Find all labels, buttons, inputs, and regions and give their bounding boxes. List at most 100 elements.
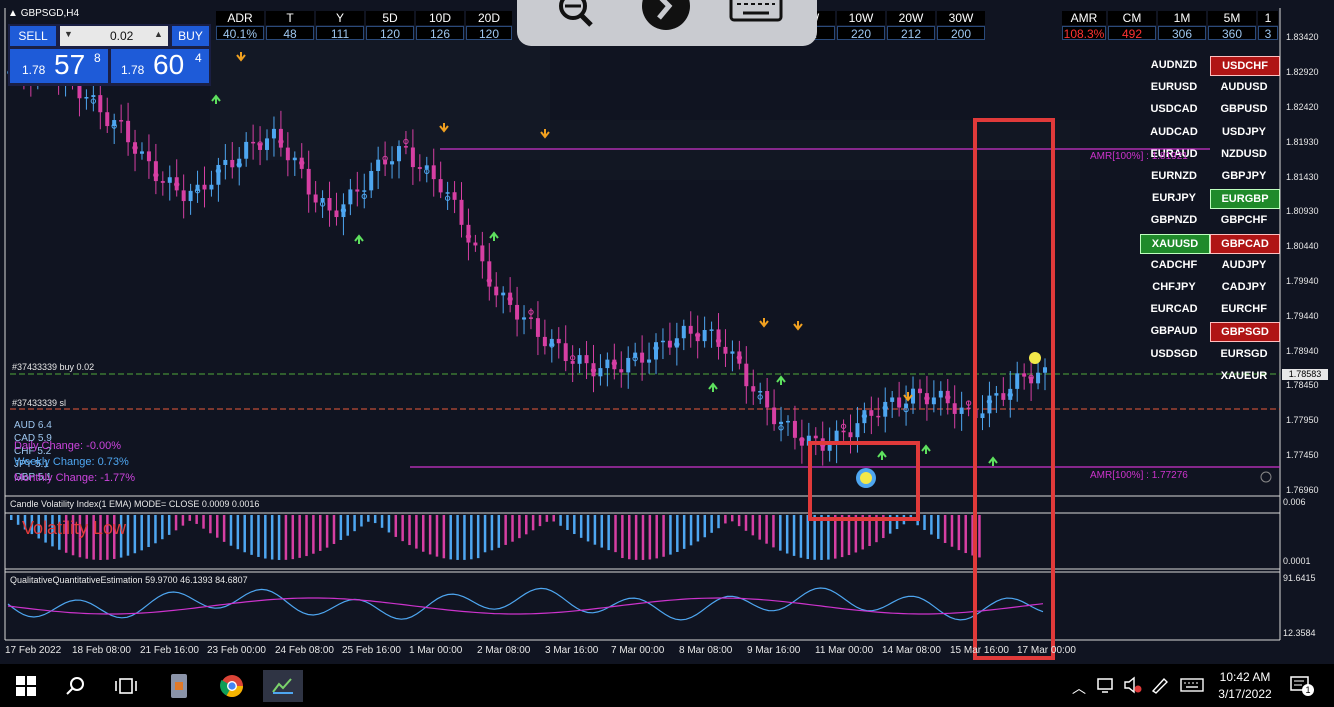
- pen-icon[interactable]: [1150, 676, 1170, 699]
- volatility-bar: [573, 515, 576, 535]
- sell-price-main: 57: [54, 49, 86, 80]
- sell-price-box[interactable]: 1.78 57 8: [10, 49, 108, 83]
- price-tick: 1.77950: [1286, 415, 1319, 425]
- metatrader-icon[interactable]: [263, 670, 303, 702]
- stats-value: 360: [1208, 26, 1256, 41]
- pair-button[interactable]: CHFJPY: [1140, 278, 1208, 296]
- pair-button[interactable]: XAUUSD: [1140, 233, 1210, 254]
- pair-button[interactable]: GBPCHF: [1210, 211, 1278, 229]
- pair-button[interactable]: USDJPY: [1210, 123, 1278, 141]
- pair-button[interactable]: USDCHF: [1210, 56, 1280, 76]
- stats-header: 1: [1258, 11, 1278, 25]
- volatility-bar: [648, 515, 652, 560]
- pair-button[interactable]: AUDCAD: [1140, 123, 1208, 141]
- volatility-bar: [552, 515, 555, 522]
- volatility-bar: [847, 515, 851, 556]
- volatility-bar: [978, 515, 981, 558]
- price-chart[interactable]: [0, 0, 1334, 664]
- sl-label: #37433339 sl: [12, 398, 67, 408]
- pair-button[interactable]: AUDNZD: [1140, 56, 1208, 74]
- sell-price-pip: 8: [94, 51, 101, 65]
- chrome-icon[interactable]: [216, 670, 248, 702]
- app-icon[interactable]: [163, 670, 195, 702]
- pair-button[interactable]: GBPAUD: [1140, 322, 1208, 340]
- windows-start-icon[interactable]: [10, 670, 42, 702]
- price-tick: 1.78940: [1286, 346, 1319, 356]
- volatility-bar: [593, 515, 597, 545]
- date-tick: 8 Mar 08:00: [679, 645, 733, 656]
- search-icon[interactable]: [60, 670, 92, 702]
- pair-button[interactable]: CADJPY: [1210, 278, 1278, 296]
- pair-button[interactable]: EURCHF: [1210, 300, 1278, 318]
- stats-header: AMR: [1062, 11, 1106, 25]
- pair-button[interactable]: EURJPY: [1140, 189, 1208, 207]
- pair-button[interactable]: GBPSGD: [1210, 322, 1280, 343]
- zoom-in-icon[interactable]: [555, 0, 597, 30]
- volatility-bar: [669, 515, 672, 555]
- pair-button[interactable]: GBPNZD: [1140, 211, 1208, 229]
- chevron-up-icon[interactable]: ︿: [1072, 678, 1086, 698]
- date-tick: 1 Mar 00:00: [409, 645, 463, 656]
- keyboard-tray-icon[interactable]: [1180, 677, 1204, 698]
- volatility-bar: [662, 515, 665, 557]
- sun-signal-icon: [1029, 352, 1041, 364]
- volatility-bar: [305, 515, 308, 557]
- volatility-bar: [188, 515, 192, 521]
- sell-button[interactable]: SELL: [10, 26, 56, 46]
- up-arrow-icon[interactable]: ▲: [154, 29, 163, 39]
- volatility-bar: [332, 515, 336, 544]
- clock[interactable]: 10:42 AM 3/17/2022: [1215, 669, 1275, 703]
- network-icon[interactable]: [1097, 676, 1117, 699]
- pair-button[interactable]: AUDUSD: [1210, 78, 1278, 96]
- buy-price-box[interactable]: 1.78 60 4: [111, 49, 209, 83]
- volatility-bar: [394, 515, 398, 537]
- volatility-bar: [360, 515, 363, 527]
- date-tick: 24 Feb 08:00: [275, 645, 334, 656]
- volatility-bar: [195, 515, 198, 524]
- volatility-bar: [476, 515, 480, 559]
- pair-button[interactable]: EURSGD: [1210, 345, 1278, 363]
- price-tick: 1.80930: [1286, 206, 1319, 216]
- pair-button[interactable]: EURGBP: [1210, 189, 1280, 210]
- pair-button[interactable]: GBPCAD: [1210, 233, 1280, 254]
- lot-stepper[interactable]: ▼ 0.02 ▲: [60, 26, 168, 46]
- buy-price-main: 60: [153, 49, 185, 80]
- remote-toolbar: [517, 0, 817, 46]
- volatility-bar: [497, 515, 501, 548]
- pair-button[interactable]: EURCAD: [1140, 300, 1208, 318]
- pair-button[interactable]: GBPUSD: [1210, 100, 1278, 118]
- stats-value: 120: [466, 26, 512, 41]
- volume-muted-icon[interactable]: [1123, 676, 1143, 699]
- keyboard-icon[interactable]: [729, 0, 785, 24]
- stats-value: 220: [837, 26, 885, 41]
- volatility-bar: [284, 515, 288, 560]
- volatility-bar: [628, 515, 631, 560]
- pair-button[interactable]: USDSGD: [1140, 345, 1208, 363]
- volatility-bar: [181, 515, 185, 526]
- volatility-bar: [133, 515, 137, 554]
- pair-button[interactable]: NZDUSD: [1210, 145, 1278, 163]
- pair-button[interactable]: USDCAD: [1140, 100, 1208, 118]
- pair-button[interactable]: XAUEUR: [1210, 367, 1278, 385]
- pair-button[interactable]: AUDJPY: [1210, 256, 1278, 274]
- volatility-bar: [408, 515, 411, 546]
- volatility-bar: [731, 515, 734, 522]
- lot-value[interactable]: 0.02: [110, 29, 133, 43]
- notification-icon[interactable]: 1: [1290, 675, 1314, 702]
- pair-button[interactable]: GBPJPY: [1210, 167, 1278, 185]
- forward-arrow-icon[interactable]: [639, 0, 693, 32]
- volatility-bar: [751, 515, 755, 536]
- stats-header: 10D: [416, 11, 464, 25]
- volatility-bar: [676, 515, 679, 552]
- task-view-icon[interactable]: [110, 670, 142, 702]
- buy-button[interactable]: BUY: [172, 26, 209, 46]
- stats-header: ADR: [216, 11, 264, 25]
- volatility-bar: [167, 515, 171, 535]
- pair-button[interactable]: EURNZD: [1140, 167, 1208, 185]
- pair-button[interactable]: CADCHF: [1140, 256, 1208, 274]
- pair-button[interactable]: EURUSD: [1140, 78, 1208, 96]
- volatility-bar: [621, 515, 624, 559]
- down-arrow-icon[interactable]: ▼: [64, 29, 73, 39]
- volatility-bar: [291, 515, 295, 560]
- stats-header: 10W: [837, 11, 885, 25]
